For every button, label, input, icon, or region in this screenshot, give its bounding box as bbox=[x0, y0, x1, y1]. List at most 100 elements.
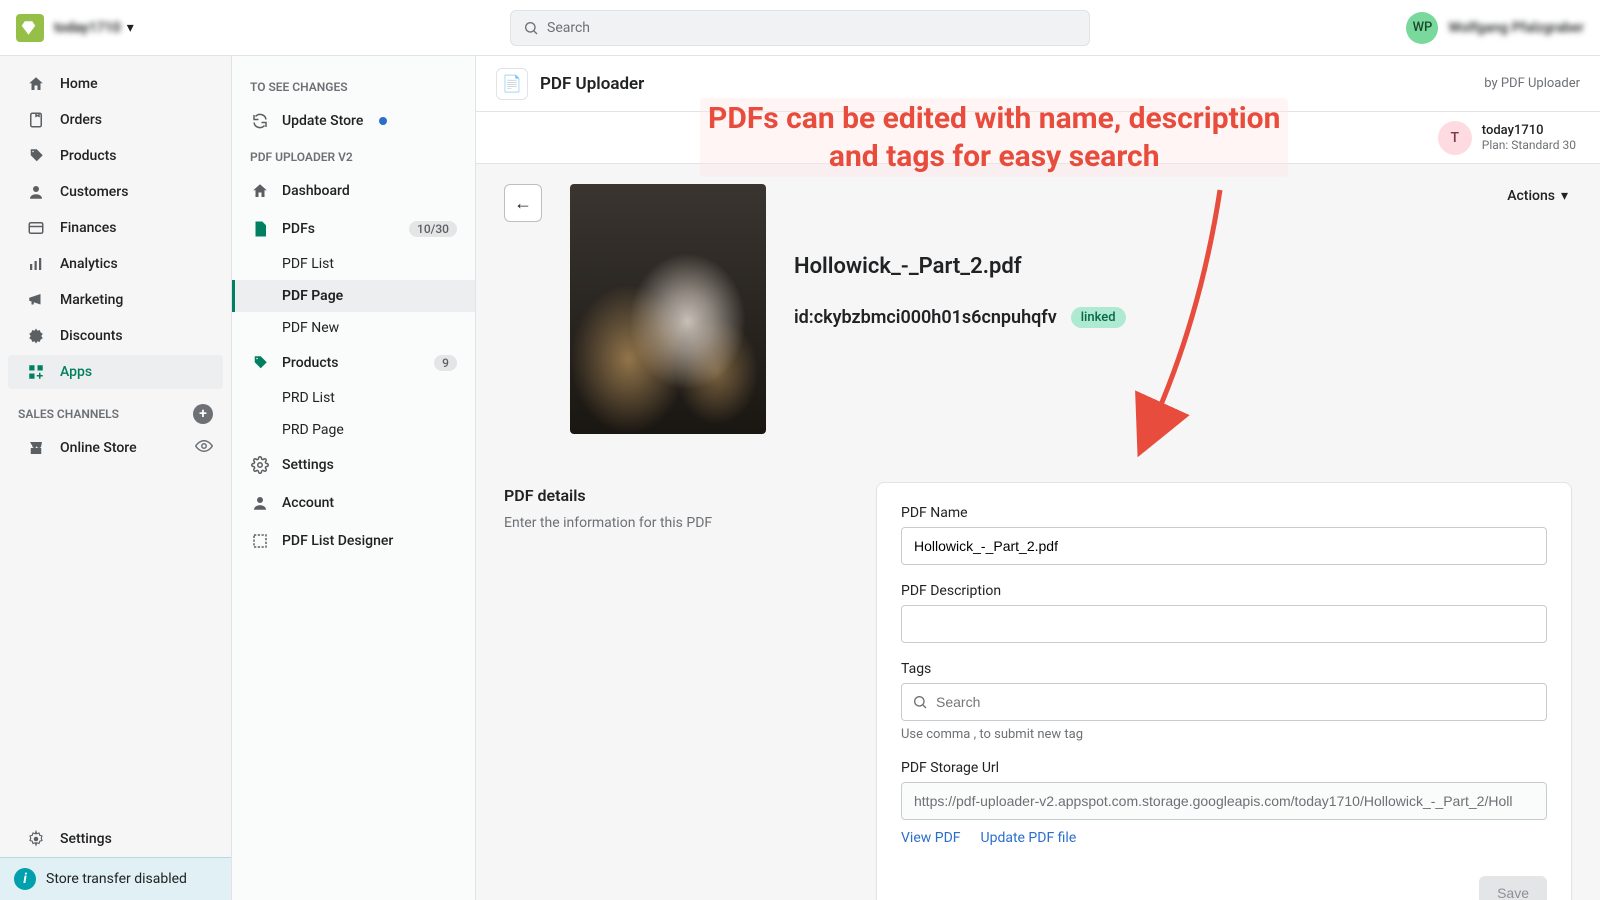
nav-discounts[interactable]: Discounts bbox=[8, 319, 223, 353]
label: PDF List Designer bbox=[282, 533, 393, 549]
discount-icon bbox=[26, 326, 46, 346]
nav-label: Orders bbox=[60, 112, 102, 128]
add-channel-button[interactable]: + bbox=[193, 404, 213, 424]
account-plan: Plan: Standard 30 bbox=[1482, 138, 1576, 152]
nav-analytics[interactable]: Analytics bbox=[8, 247, 223, 281]
view-store-icon[interactable] bbox=[195, 437, 213, 459]
transfer-banner[interactable]: i Store transfer disabled bbox=[0, 857, 231, 900]
home-icon bbox=[26, 74, 46, 94]
linked-badge: linked bbox=[1071, 307, 1126, 328]
nav-products[interactable]: Products 9 bbox=[232, 344, 475, 382]
back-button[interactable]: ← bbox=[504, 184, 542, 222]
view-pdf-link[interactable]: View PDF bbox=[901, 830, 961, 846]
nav-customers[interactable]: Customers bbox=[8, 175, 223, 209]
nav-finances[interactable]: Finances bbox=[8, 211, 223, 245]
nav-pdfs[interactable]: PDFs 10/30 bbox=[232, 210, 475, 248]
nav-home[interactable]: Home bbox=[8, 67, 223, 101]
nav-products[interactable]: Products bbox=[8, 139, 223, 173]
person-icon bbox=[26, 182, 46, 202]
label: Products bbox=[282, 355, 339, 371]
main-content: 📄 PDF Uploader by PDF Uploader T today17… bbox=[476, 56, 1600, 900]
nav-label: Marketing bbox=[60, 292, 123, 308]
nav-pdf-page[interactable]: PDF Page bbox=[232, 280, 475, 312]
products-count-badge: 9 bbox=[434, 355, 457, 371]
app-author: by PDF Uploader bbox=[1484, 76, 1580, 91]
app-title: PDF Uploader bbox=[540, 74, 644, 94]
pdf-thumbnail bbox=[570, 184, 766, 434]
analytics-icon bbox=[26, 254, 46, 274]
label: Settings bbox=[282, 457, 334, 473]
nav-prd-list[interactable]: PRD List bbox=[232, 382, 475, 414]
pdf-title: Hollowick_-_Part_2.pdf bbox=[794, 254, 1126, 279]
nav-label: Finances bbox=[60, 220, 116, 236]
label: Actions bbox=[1507, 188, 1555, 204]
home-icon bbox=[250, 181, 270, 201]
label: Account bbox=[282, 495, 334, 511]
chevron-down-icon[interactable]: ▾ bbox=[127, 20, 134, 36]
tags-input[interactable] bbox=[936, 694, 1536, 710]
nav-orders[interactable]: Orders bbox=[8, 103, 223, 137]
pdf-name-input[interactable] bbox=[901, 527, 1547, 565]
nav-prd-page[interactable]: PRD Page bbox=[232, 414, 475, 446]
storage-url-input[interactable] bbox=[901, 782, 1547, 820]
tags-search-wrapper bbox=[901, 683, 1547, 721]
nav-pdf-list[interactable]: PDF List bbox=[232, 248, 475, 280]
nav-label: Home bbox=[60, 76, 98, 92]
orders-icon bbox=[26, 110, 46, 130]
designer-icon bbox=[250, 531, 270, 551]
update-store-button[interactable]: Update Store bbox=[232, 102, 475, 140]
pdf-description-input[interactable] bbox=[901, 605, 1547, 643]
tags-label: Tags bbox=[901, 661, 1547, 677]
label: PDFs bbox=[282, 221, 315, 237]
file-icon bbox=[250, 219, 270, 239]
annotation-text: PDFs can be edited with name, descriptio… bbox=[700, 98, 1288, 177]
nav-label: Customers bbox=[60, 184, 128, 200]
pdf-id: id:ckybzbmci000h01s6cnpuhqfv bbox=[794, 307, 1057, 328]
sales-channels-label: SALES CHANNELS + bbox=[0, 390, 231, 430]
search-placeholder: Search bbox=[547, 20, 590, 36]
nav-app-settings[interactable]: Settings bbox=[232, 446, 475, 484]
finances-icon bbox=[26, 218, 46, 238]
nav-account[interactable]: Account bbox=[232, 484, 475, 522]
user-menu[interactable]: WP Wolfgang Pfalzgraber bbox=[1406, 12, 1584, 44]
refresh-icon bbox=[250, 111, 270, 131]
update-pdf-link[interactable]: Update PDF file bbox=[981, 830, 1077, 846]
shopify-logo-icon bbox=[16, 14, 44, 42]
label: Update Store bbox=[282, 113, 363, 129]
account-chip[interactable]: T today1710 Plan: Standard 30 bbox=[1438, 121, 1576, 155]
page-content: Actions ▾ ← Hollowick_-_Part_2.pdf id:ck… bbox=[476, 164, 1600, 900]
update-indicator-icon bbox=[379, 117, 387, 125]
store-name[interactable]: today1710 bbox=[54, 20, 121, 36]
section-label: PDF UPLOADER V2 bbox=[232, 140, 475, 172]
top-bar: today1710 ▾ Search WP Wolfgang Pfalzgrab… bbox=[0, 0, 1600, 56]
nav-label: Analytics bbox=[60, 256, 118, 272]
details-subtitle: Enter the information for this PDF bbox=[504, 515, 844, 531]
global-search-input[interactable]: Search bbox=[510, 10, 1090, 46]
nav-dashboard[interactable]: Dashboard bbox=[232, 172, 475, 210]
nav-designer[interactable]: PDF List Designer bbox=[232, 522, 475, 560]
avatar: WP bbox=[1406, 12, 1438, 44]
nav-label: Online Store bbox=[60, 440, 137, 456]
pdf-count-badge: 10/30 bbox=[409, 221, 457, 237]
name-label: PDF Name bbox=[901, 505, 1547, 521]
label: Dashboard bbox=[282, 183, 350, 199]
nav-marketing[interactable]: Marketing bbox=[8, 283, 223, 317]
person-icon bbox=[250, 493, 270, 513]
actions-dropdown[interactable]: Actions ▾ bbox=[1507, 188, 1568, 204]
nav-label: Products bbox=[60, 148, 117, 164]
tags-hint: Use comma , to submit new tag bbox=[901, 727, 1547, 742]
app-icon: 📄 bbox=[496, 68, 528, 100]
nav-online-store[interactable]: Online Store bbox=[8, 431, 187, 465]
tag-icon bbox=[250, 353, 270, 373]
nav-pdf-new[interactable]: PDF New bbox=[232, 312, 475, 344]
account-name: today1710 bbox=[1482, 123, 1576, 138]
info-icon: i bbox=[14, 868, 36, 890]
nav-settings[interactable]: Settings bbox=[8, 822, 223, 856]
save-button[interactable]: Save bbox=[1479, 876, 1547, 900]
desc-label: PDF Description bbox=[901, 583, 1547, 599]
nav-apps[interactable]: Apps bbox=[8, 355, 223, 389]
user-name: Wolfgang Pfalzgraber bbox=[1448, 20, 1584, 36]
primary-sidebar: Home Orders Products Customers Finances … bbox=[0, 56, 232, 900]
pdf-form-card: PDF Name PDF Description Tags Use comm bbox=[876, 482, 1572, 900]
store-icon bbox=[26, 438, 46, 458]
